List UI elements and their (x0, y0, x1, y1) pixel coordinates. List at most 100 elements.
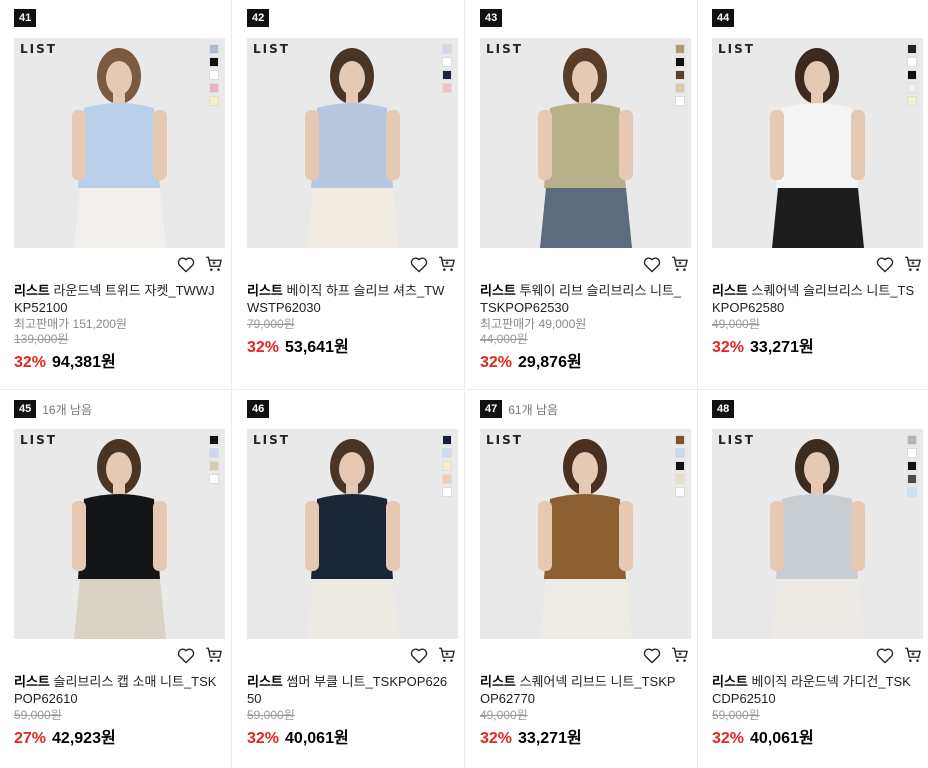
color-swatch (442, 448, 452, 458)
color-swatch (675, 448, 685, 458)
color-swatches (907, 44, 917, 106)
product-card[interactable]: 41 LIST 리스트 라운드넥 트위드 자켓_TWWJKP52100 최고판매가 1… (0, 0, 232, 390)
brand-logo-mark: LIST (253, 433, 290, 447)
sale-price: 40,061원 (285, 730, 349, 747)
product-card[interactable]: 46 LIST 리스트 썸머 부클 니트_TSKPOP62650 59,000원 32%… (233, 391, 465, 768)
color-swatch (209, 83, 219, 93)
product-name[interactable]: 리스트 투웨이 리브 슬리브리스 니트_TSKPOP62530 (480, 282, 685, 316)
product-card[interactable]: 44 LIST 리스트 스퀘어넥 슬리브리스 니트_TSKPOP62580 49,00… (698, 0, 928, 390)
product-model-figure (538, 48, 633, 248)
rank-badge: 41 (14, 9, 37, 27)
sale-price: 42,923원 (52, 730, 116, 747)
cart-icon[interactable] (671, 255, 689, 273)
product-image[interactable]: LIST (247, 429, 458, 639)
price-block: 79,000원 32% 53,641원 (247, 317, 457, 357)
brand-name: 리스트 (480, 674, 516, 689)
cart-icon[interactable] (438, 646, 456, 664)
product-card[interactable]: 43 LIST 리스트 투웨이 리브 슬리브리스 니트_TSKPOP62530 최고판… (466, 0, 698, 390)
rank-badge: 45 (14, 400, 37, 418)
original-price: 139,000원 (14, 332, 69, 346)
product-card[interactable]: 42 LIST 리스트 베이직 하프 슬리브 셔츠_TWWSTP62030 79,00… (233, 0, 465, 390)
rank-badge: 44 (712, 9, 735, 27)
product-image[interactable]: LIST (14, 38, 225, 248)
max-price: 최고판매가 49,000원 (480, 317, 587, 331)
color-swatch (442, 44, 452, 54)
product-name[interactable]: 리스트 라운드넥 트위드 자켓_TWWJKP52100 (14, 282, 219, 316)
heart-icon[interactable] (410, 646, 428, 664)
color-swatch (209, 57, 219, 67)
product-name[interactable]: 리스트 슬리브리스 캡 소매 니트_TSKPOP62610 (14, 673, 219, 707)
product-actions (410, 255, 456, 273)
stock-remaining: 61개 남음 (508, 402, 559, 417)
heart-icon[interactable] (177, 646, 195, 664)
cart-icon[interactable] (904, 646, 922, 664)
product-card[interactable]: 45 16개 남음 LIST 리스트 슬리브리스 캡 소매 니트_TSKPOP6261… (0, 391, 232, 768)
price-block: 59,000원 32% 40,061원 (247, 708, 457, 748)
cart-icon[interactable] (438, 255, 456, 273)
color-swatch (675, 44, 685, 54)
cart-icon[interactable] (205, 255, 223, 273)
color-swatches (675, 435, 685, 497)
original-price: 59,000원 (247, 708, 295, 722)
product-name[interactable]: 리스트 썸머 부클 니트_TSKPOP62650 (247, 673, 452, 707)
heart-icon[interactable] (410, 255, 428, 273)
product-name[interactable]: 리스트 스퀘어넥 리브드 니트_TSKPOP62770 (480, 673, 685, 707)
original-price: 49,000원 (480, 708, 528, 722)
color-swatch (442, 83, 452, 93)
brand-logo-mark: LIST (718, 433, 755, 447)
color-swatch (675, 96, 685, 106)
sale-price: 33,271원 (750, 339, 814, 356)
product-actions (876, 646, 922, 664)
product-card[interactable]: 47 61개 남음 LIST 리스트 스퀘어넥 리브드 니트_TSKPOP62770 4… (466, 391, 698, 768)
heart-icon[interactable] (876, 646, 894, 664)
color-swatches (209, 44, 219, 106)
rank-row: 43 (480, 9, 503, 27)
cart-icon[interactable] (671, 646, 689, 664)
rank-badge: 43 (480, 9, 503, 27)
rank-row: 44 (712, 9, 735, 27)
product-model-figure (770, 48, 865, 248)
product-name[interactable]: 리스트 베이직 라운드넥 가디건_TSKCDP62510 (712, 673, 917, 707)
color-swatch (907, 435, 917, 445)
product-card[interactable]: 48 LIST 리스트 베이직 라운드넥 가디건_TSKCDP62510 59,000… (698, 391, 928, 768)
rank-row: 46 (247, 400, 270, 418)
color-swatch (442, 57, 452, 67)
color-swatch (907, 461, 917, 471)
product-image[interactable]: LIST (480, 429, 691, 639)
color-swatches (442, 435, 452, 497)
color-swatch (907, 83, 917, 93)
cart-icon[interactable] (904, 255, 922, 273)
product-actions (177, 646, 223, 664)
heart-icon[interactable] (177, 255, 195, 273)
heart-icon[interactable] (643, 255, 661, 273)
sale-price: 40,061원 (750, 730, 814, 747)
product-grid: 41 LIST 리스트 라운드넥 트위드 자켓_TWWJKP52100 최고판매가 1… (0, 0, 928, 768)
product-name[interactable]: 리스트 스퀘어넥 슬리브리스 니트_TSKPOP62580 (712, 282, 917, 316)
product-image[interactable]: LIST (480, 38, 691, 248)
color-swatch (209, 70, 219, 80)
product-model-figure (72, 439, 167, 639)
color-swatch (907, 70, 917, 80)
product-image[interactable]: LIST (712, 429, 923, 639)
heart-icon[interactable] (876, 255, 894, 273)
product-actions (876, 255, 922, 273)
rank-row: 47 61개 남음 (480, 400, 558, 418)
discount-rate: 32% (247, 339, 280, 356)
price-block: 최고판매가 49,000원 44,000원 32% 29,876원 (480, 317, 690, 372)
product-image[interactable]: LIST (14, 429, 225, 639)
price-block: 49,000원 32% 33,271원 (712, 317, 922, 357)
color-swatches (442, 44, 452, 93)
cart-icon[interactable] (205, 646, 223, 664)
original-price: 44,000원 (480, 332, 528, 346)
original-price: 59,000원 (14, 708, 62, 722)
stock-remaining: 16개 남음 (42, 402, 93, 417)
price-block: 59,000원 32% 40,061원 (712, 708, 922, 748)
color-swatch (907, 474, 917, 484)
product-actions (410, 646, 456, 664)
product-image[interactable]: LIST (247, 38, 458, 248)
rank-badge: 42 (247, 9, 270, 27)
product-image[interactable]: LIST (712, 38, 923, 248)
product-name[interactable]: 리스트 베이직 하프 슬리브 셔츠_TWWSTP62030 (247, 282, 452, 316)
heart-icon[interactable] (643, 646, 661, 664)
color-swatch (209, 448, 219, 458)
